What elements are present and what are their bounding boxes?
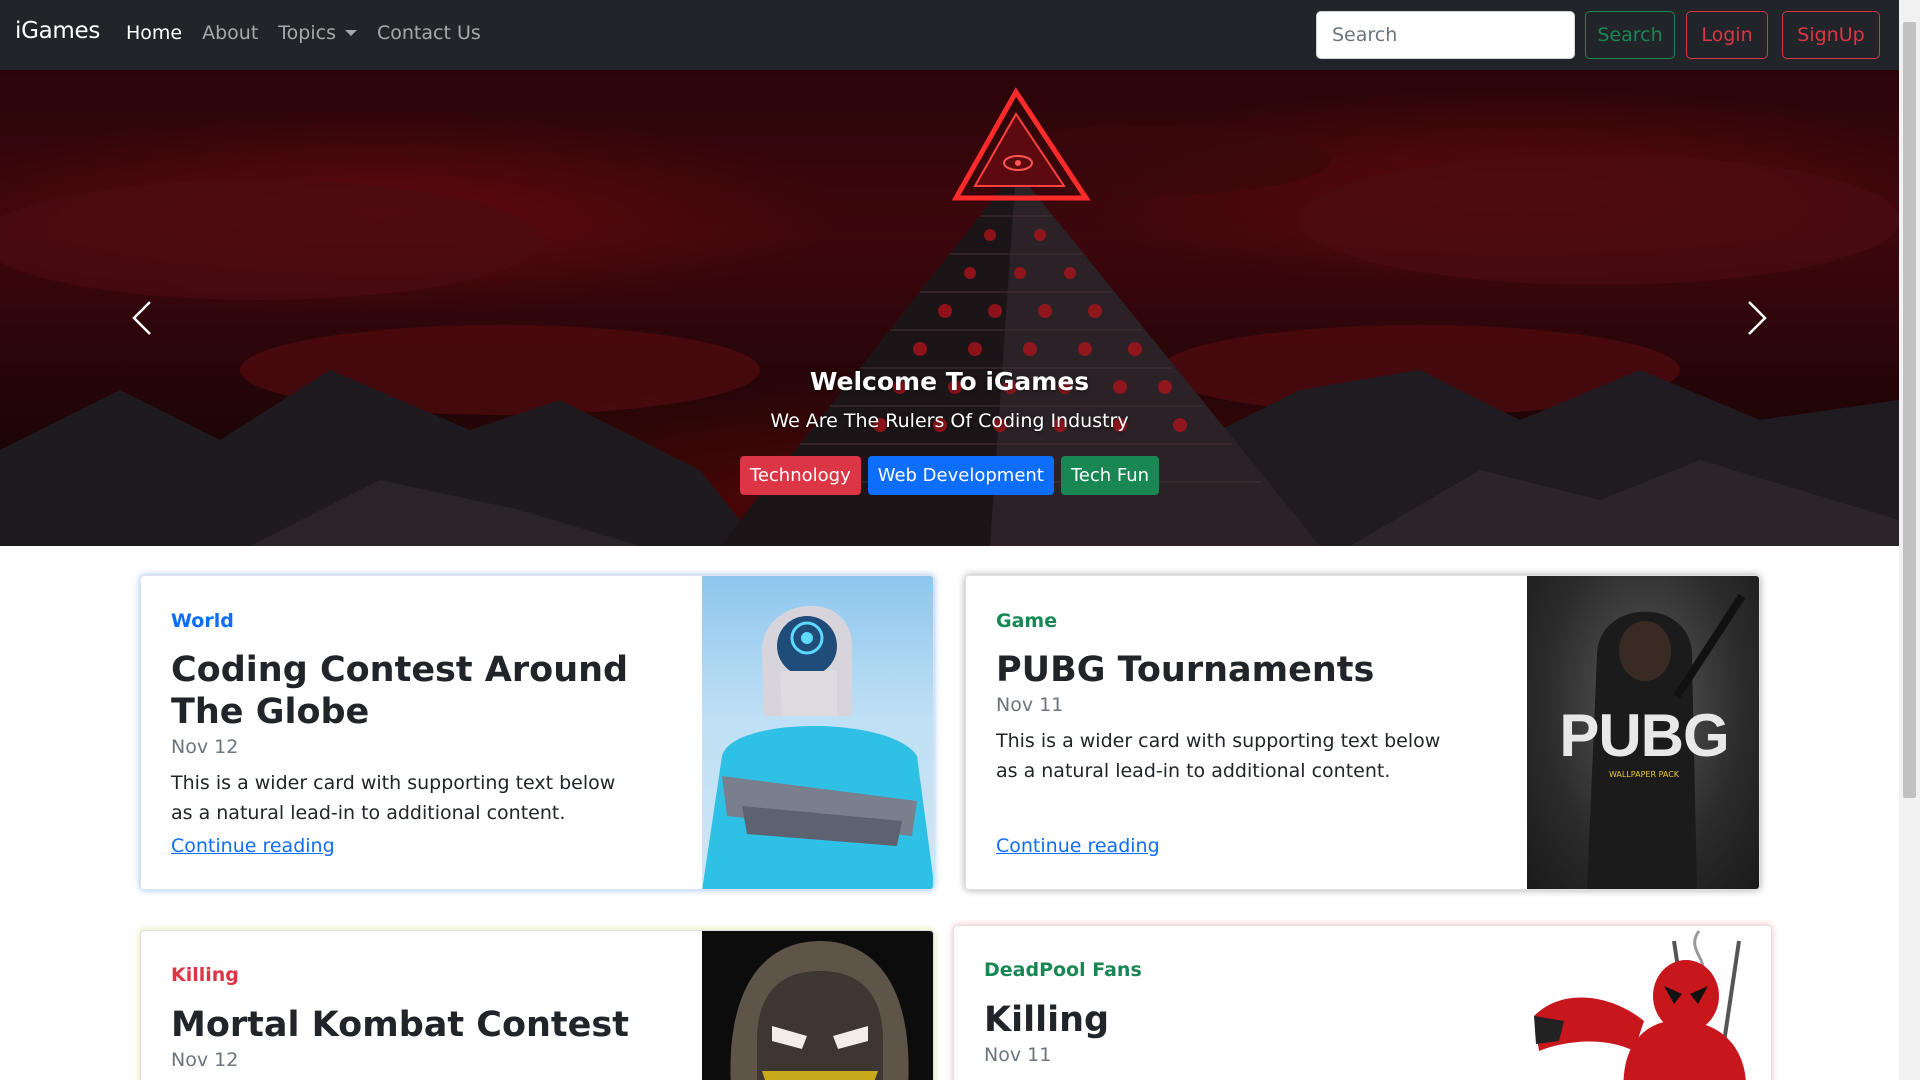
scrollbar-thumb[interactable] [1903, 22, 1916, 798]
hero-subtitle: We Are The Rulers Of Coding Industry [770, 410, 1129, 432]
hero-title: Welcome To iGames [809, 367, 1090, 396]
post-thumbnail: PUBG WALLPAPER PACK [1527, 576, 1759, 889]
post-category: Game [996, 610, 1058, 632]
nav-topics-dropdown[interactable]: Topics [278, 22, 357, 44]
post-date: Nov 11 [984, 1044, 1052, 1066]
caret-down-icon [344, 30, 357, 36]
signup-button[interactable]: SignUp [1782, 11, 1880, 59]
carousel-prev-button[interactable] [112, 288, 172, 348]
post-card: Game PUBG Tournaments Nov 11 This is a w… [965, 575, 1760, 890]
tag-technology[interactable]: Technology [739, 456, 861, 495]
deadpool-character-image [1534, 930, 1746, 1080]
pubg-logo-caption: WALLPAPER PACK [1608, 770, 1680, 779]
post-title: Coding Contest Around The Globe [171, 650, 629, 732]
post-text: This is a wider card with supporting tex… [171, 772, 616, 824]
post-thumbnail [702, 576, 933, 889]
post-date: Nov 11 [996, 694, 1064, 716]
post-title: Killing [984, 1000, 1110, 1040]
post-text: This is a wider card with supporting tex… [996, 730, 1441, 782]
post-date: Nov 12 [171, 736, 239, 758]
search-button[interactable]: Search [1585, 11, 1675, 59]
nav-links: Home About Topics Contact Us [126, 22, 501, 44]
chevron-right-icon [1748, 301, 1767, 335]
pubg-logo-text: PUBG [1559, 702, 1729, 769]
post-category: DeadPool Fans [984, 959, 1142, 981]
nav-about-link[interactable]: About [202, 22, 258, 44]
post-thumbnail [1524, 926, 1771, 1080]
nav-contact-link[interactable]: Contact Us [377, 22, 481, 44]
nav-topics-label: Topics [278, 22, 336, 44]
mortal-kombat-scorpion-image [730, 941, 909, 1080]
carousel-next-button[interactable] [1727, 288, 1787, 348]
post-category: World [171, 610, 234, 632]
search-input[interactable] [1316, 11, 1575, 59]
continue-reading-link[interactable]: Continue reading [171, 835, 335, 857]
tag-tech-fun[interactable]: Tech Fun [1060, 456, 1160, 495]
nav-home-link[interactable]: Home [126, 22, 182, 44]
post-card: Killing Mortal Kombat Contest Nov 12 [140, 930, 934, 1080]
post-title: PUBG Tournaments [996, 650, 1375, 690]
continue-reading-link[interactable]: Continue reading [996, 835, 1160, 857]
post-title: Mortal Kombat Contest [171, 1005, 629, 1045]
hero-tags: Technology Web Development Tech Fun [0, 456, 1899, 495]
post-category: Killing [171, 964, 239, 986]
page-scrollbar[interactable] [1899, 0, 1920, 1080]
post-thumbnail [702, 931, 933, 1080]
post-date: Nov 12 [171, 1049, 239, 1071]
post-card: DeadPool Fans Killing Nov 11 [953, 925, 1772, 1080]
chevron-left-icon [132, 301, 151, 335]
brand-logo[interactable]: iGames [15, 18, 100, 44]
tag-web-development[interactable]: Web Development [867, 456, 1054, 495]
hero-carousel: Welcome To iGames We Are The Rulers Of C… [0, 70, 1899, 546]
bluestar-character-image [702, 605, 933, 889]
navbar: iGames Home About Topics Contact Us Sear… [0, 0, 1899, 70]
login-button[interactable]: Login [1686, 11, 1768, 59]
post-card: World Coding Contest Around The Globe No… [140, 575, 934, 890]
